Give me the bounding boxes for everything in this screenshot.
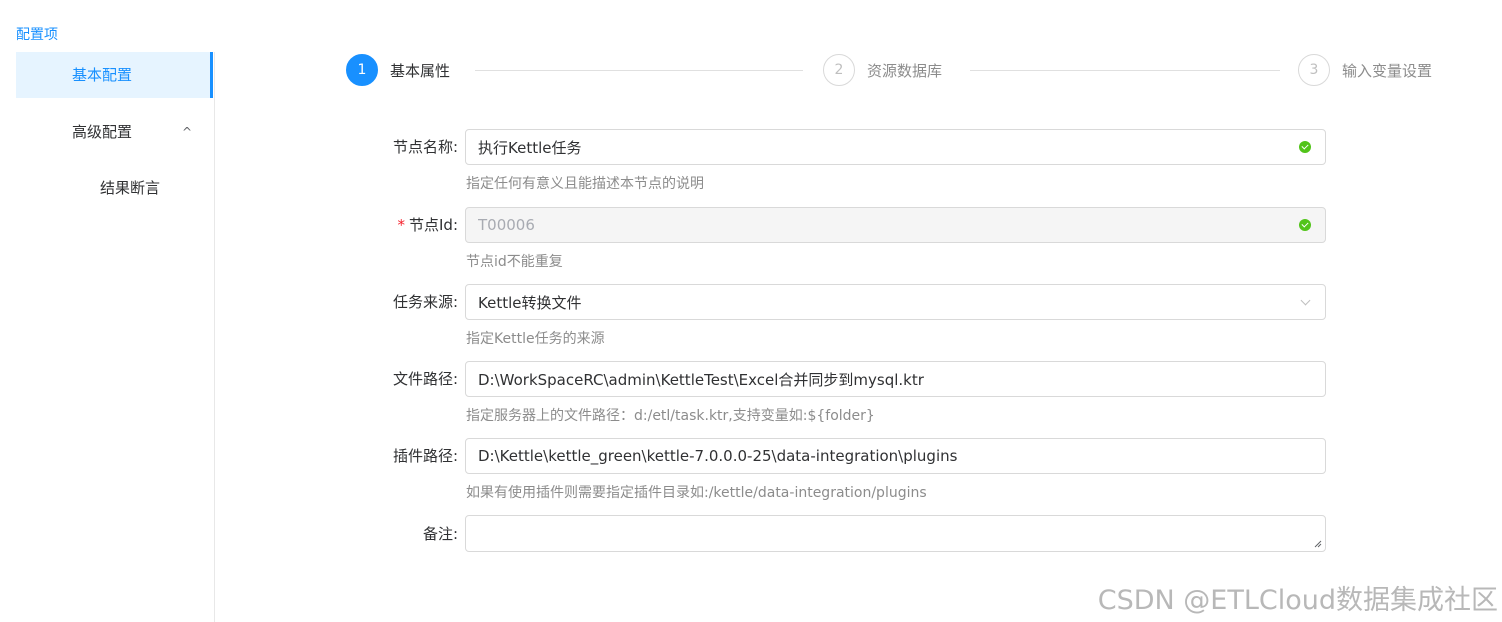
step-label: 基本属性 <box>390 61 451 80</box>
chevron-up-icon: ^ <box>182 125 193 139</box>
sidebar-item-label: 基本配置 <box>72 66 133 84</box>
watermark: CSDN @ETLCloud数据集成社区 <box>1097 585 1498 616</box>
step-number: 2 <box>823 54 855 86</box>
resize-handle-icon[interactable] <box>1314 540 1322 548</box>
task-source-help: 指定Kettle任务的来源 <box>466 331 605 347</box>
step-basic-properties[interactable]: 1 基本属性 <box>346 52 450 88</box>
file-path-label: 文件路径: <box>392 370 458 388</box>
step-label: 输入变量设置 <box>1342 61 1433 80</box>
plugin-path-value: D:\Kettle\kettle_green\kettle-7.0.0.0-25… <box>478 447 958 465</box>
plugin-path-input[interactable]: D:\Kettle\kettle_green\kettle-7.0.0.0-25… <box>465 438 1326 474</box>
sidebar: 基本配置 高级配置 ^ 结果断言 <box>16 52 215 622</box>
node-name-input[interactable]: 执行Kettle任务 <box>465 129 1326 165</box>
required-mark: * <box>397 216 406 234</box>
step-label: 资源数据库 <box>867 61 943 80</box>
step-connector <box>970 70 1280 71</box>
sidebar-item-advanced-config[interactable]: 高级配置 ^ <box>16 109 213 155</box>
node-id-label: * 节点Id: <box>300 207 459 243</box>
task-source-value: Kettle转换文件 <box>478 293 582 312</box>
check-circle-icon <box>1299 141 1311 153</box>
sidebar-item-label: 结果断言 <box>100 179 161 197</box>
file-path-help: 指定服务器上的文件路径：d:/etl/task.ktr,支持变量如:${fold… <box>466 408 875 424</box>
node-id-input[interactable]: T00006 <box>465 207 1326 243</box>
node-name-value: 执行Kettle任务 <box>478 138 582 157</box>
file-path-input[interactable]: D:\WorkSpaceRC\admin\KettleTest\Excel合并同… <box>465 361 1326 397</box>
step-number: 3 <box>1298 54 1330 86</box>
sidebar-item-result-assertion[interactable]: 结果断言 <box>16 165 213 211</box>
plugin-path-label: 插件路径: <box>392 447 458 465</box>
task-source-label: 任务来源: <box>392 293 458 311</box>
chevron-down-icon <box>1299 295 1313 309</box>
node-name-help: 指定任何有意义且能描述本节点的说明 <box>466 176 704 192</box>
step-resource-database[interactable]: 2 资源数据库 <box>823 52 942 88</box>
node-id-label-text: 节点Id: <box>409 216 458 234</box>
task-source-select[interactable]: Kettle转换文件 <box>465 284 1326 320</box>
check-circle-icon <box>1299 219 1311 231</box>
file-path-value: D:\WorkSpaceRC\admin\KettleTest\Excel合并同… <box>478 370 924 389</box>
plugin-path-help: 如果有使用插件则需要指定插件目录如:/kettle/data-integrati… <box>466 485 927 501</box>
node-id-value: T00006 <box>478 216 535 234</box>
node-id-help: 节点id不能重复 <box>466 254 563 270</box>
remark-textarea[interactable] <box>465 515 1326 552</box>
sidebar-item-label: 高级配置 <box>72 123 133 141</box>
sidebar-title: 配置项 <box>16 27 58 43</box>
step-number: 1 <box>346 54 378 86</box>
step-input-variables[interactable]: 3 输入变量设置 <box>1298 52 1432 88</box>
node-name-label: 节点名称: <box>392 138 458 156</box>
step-connector <box>475 70 803 71</box>
remark-label: 备注: <box>422 525 458 543</box>
sidebar-item-basic-config[interactable]: 基本配置 <box>16 52 213 98</box>
